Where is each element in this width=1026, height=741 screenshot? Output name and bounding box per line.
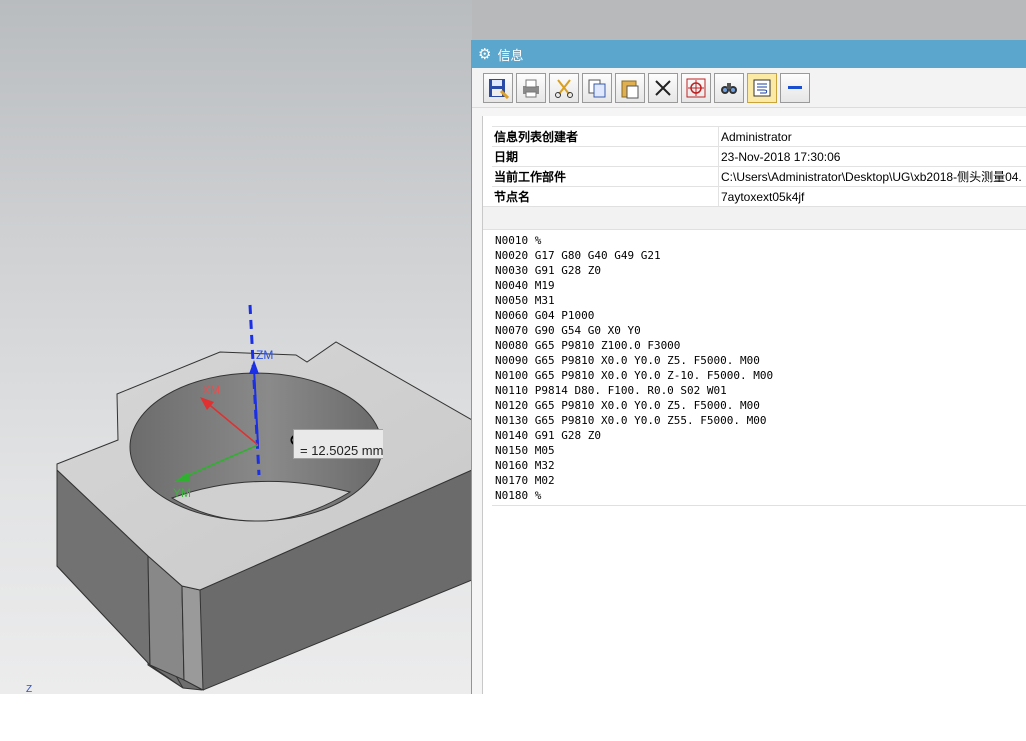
header-value: C:\Users\Administrator\Desktop\UG\xb2018…: [718, 166, 1026, 187]
gcode-listing[interactable]: N0010 % N0020 G17 G80 G40 G49 G21 N0030 …: [495, 233, 773, 503]
header-key: 节点名: [492, 186, 719, 207]
delete-button[interactable]: [648, 72, 678, 103]
listing-divider: [492, 505, 1026, 506]
info-toolbar: [472, 68, 1026, 108]
viewport-background-strip: [472, 0, 1026, 40]
header-row: 信息列表创建者 Administrator: [492, 126, 1026, 147]
cut-icon: [555, 78, 573, 98]
gcode-line: N0030 G91 G28 Z0: [495, 264, 601, 277]
delete-icon: [655, 79, 671, 96]
print-icon: [523, 79, 539, 97]
header-key: 信息列表创建者: [492, 126, 719, 147]
measurement-label[interactable]: = 12.5025 mm: [293, 429, 383, 459]
gcode-line: N0120 G65 P9810 X0.0 Y0.0 Z5. F5000. M00: [495, 399, 760, 412]
gcode-line: N0110 P9814 D80. F100. R0.0 S02 W01: [495, 384, 727, 397]
gcode-line: N0160 M32: [495, 459, 555, 472]
header-value: 23-Nov-2018 17:30:06: [718, 146, 1026, 167]
gcode-line: N0150 M05: [495, 444, 555, 457]
gcode-line: N0090 G65 P9810 X0.0 Y0.0 Z5. F5000. M00: [495, 354, 760, 367]
target-button[interactable]: [681, 72, 711, 103]
header-value: 7aytoxext05k4jf: [718, 186, 1026, 207]
gcode-line: N0140 G91 G28 Z0: [495, 429, 601, 442]
gcode-line: N0070 G90 G54 G0 X0 Y0: [495, 324, 641, 337]
window-title: 信息: [497, 47, 524, 63]
paste-icon: [621, 80, 639, 98]
minimize-button[interactable]: [780, 72, 810, 103]
info-window: ⚙ 信息 信息列表创建者 Administrator 日期 23-Nov-201…: [471, 40, 1026, 694]
header-value: Administrator: [718, 126, 1026, 147]
save-icon: [489, 78, 509, 99]
gcode-line: N0010 %: [495, 234, 542, 247]
copy-icon: [588, 79, 606, 97]
gcode-line: N0180 %: [495, 489, 542, 502]
minimize-icon: [788, 85, 802, 89]
gcode-line: N0130 G65 P9810 X0.0 Y0.0 Z55. F5000. M0…: [495, 414, 767, 427]
view-triad-z-label: Z: [26, 684, 33, 694]
gcode-line: N0060 G04 P1000: [495, 309, 595, 322]
gcode-line: N0040 M19: [495, 279, 555, 292]
gcode-line: N0050 M31: [495, 294, 555, 307]
part-front-edge: [181, 585, 204, 691]
header-row: 当前工作部件 C:\Users\Administrator\Desktop\UG…: [492, 166, 1026, 187]
header-row: 节点名 7aytoxext05k4jf: [492, 186, 1026, 207]
header-key: 当前工作部件: [492, 166, 719, 187]
find-button[interactable]: [714, 72, 744, 103]
find-icon: [721, 82, 737, 94]
zm-axis-label: ZM: [256, 348, 274, 362]
paste-button[interactable]: [615, 72, 645, 103]
info-header-table: 信息列表创建者 Administrator 日期 23-Nov-2018 17:…: [492, 126, 1026, 207]
gcode-line: N0020 G17 G80 G40 G49 G21: [495, 249, 661, 262]
word-wrap-button[interactable]: [747, 72, 777, 103]
gear-icon: ⚙: [478, 46, 492, 63]
gcode-line: N0100 G65 P9810 X0.0 Y0.0 Z-10. F5000. M…: [495, 369, 774, 382]
section-separator: [483, 206, 1026, 230]
print-button[interactable]: [516, 72, 546, 103]
info-content[interactable]: 信息列表创建者 Administrator 日期 23-Nov-2018 17:…: [482, 116, 1026, 694]
word-wrap-icon: [753, 79, 771, 96]
info-window-titlebar[interactable]: ⚙ 信息: [472, 40, 1026, 68]
gcode-line: N0170 M02: [495, 474, 555, 487]
copy-button[interactable]: [582, 72, 612, 103]
target-icon: [686, 78, 706, 97]
part-model[interactable]: [0, 0, 472, 694]
ym-axis-label: YM: [173, 486, 191, 500]
save-button[interactable]: [483, 72, 513, 103]
xm-axis-label: XM: [202, 383, 220, 397]
gcode-line: N0080 G65 P9810 Z100.0 F3000: [495, 339, 681, 352]
header-row: 日期 23-Nov-2018 17:30:06: [492, 146, 1026, 167]
cut-button[interactable]: [549, 72, 579, 103]
header-key: 日期: [492, 146, 719, 167]
3d-viewport[interactable]: = 12.5025 mm ZM XM YM Z: [0, 0, 472, 694]
